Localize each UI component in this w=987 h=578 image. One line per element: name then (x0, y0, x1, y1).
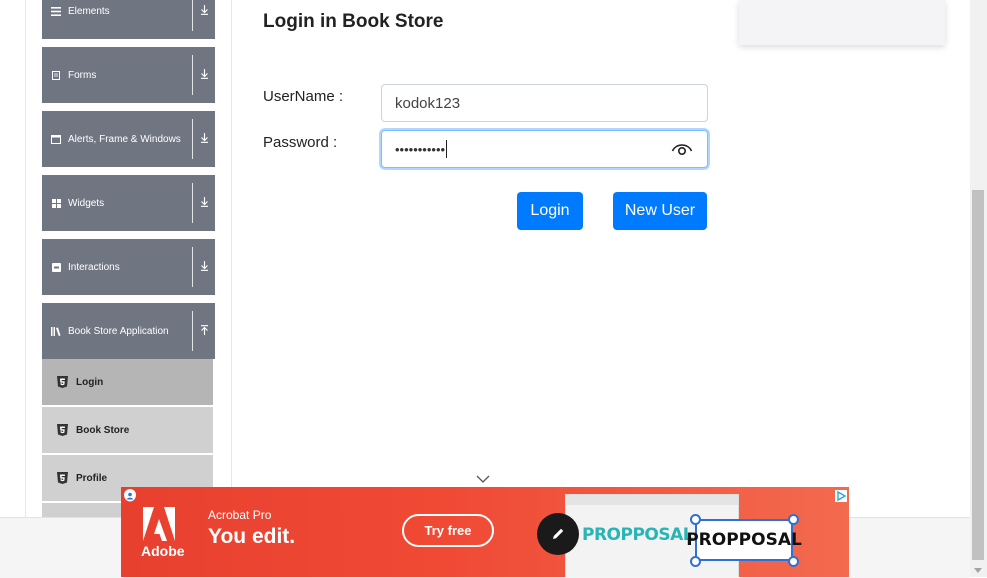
selection-handle (690, 556, 701, 567)
html5-icon (56, 472, 68, 485)
divider (192, 55, 193, 95)
doc-heading: PROPPOSAL (582, 525, 694, 545)
scrollbar-thumb[interactable] (972, 190, 984, 560)
password-value: ••••••••••• (395, 141, 446, 157)
ad-edit-box: PROPPOSAL (686, 519, 802, 561)
text-caret (446, 140, 448, 158)
window-icon (50, 134, 62, 144)
chevron-up-icon[interactable] (198, 322, 210, 338)
new-user-button[interactable]: New User (613, 192, 707, 230)
ad-tagline: You edit. (208, 525, 296, 548)
chevron-down-icon[interactable] (198, 194, 210, 210)
page-title: Login in Book Store (263, 11, 444, 32)
sidebar-group-widgets[interactable]: Widgets (42, 175, 215, 231)
sidebar-item-login[interactable]: Login (42, 359, 213, 407)
sidebar-group-bookstore[interactable]: Book Store Application (42, 303, 215, 359)
sidebar-group-alerts[interactable]: Alerts, Frame & Windows (42, 111, 215, 167)
ad-banner-top[interactable] (739, 0, 945, 45)
grid-icon (50, 198, 62, 208)
selection-handle (788, 556, 799, 567)
adobe-logo (141, 507, 177, 543)
divider (192, 119, 193, 159)
html5-icon (56, 376, 68, 389)
chevron-down-icon[interactable] (476, 472, 490, 484)
sidebar-group-interactions[interactable]: Interactions (42, 239, 215, 295)
html5-icon (56, 424, 68, 437)
sidebar-item-label: Login (76, 376, 104, 388)
adobe-wordmark: Adobe (141, 543, 185, 559)
username-input[interactable]: kodok123 (381, 84, 708, 122)
username-label: UserName : (263, 88, 344, 105)
username-value: kodok123 (395, 94, 461, 112)
library-icon (50, 326, 62, 336)
sidebar-group-elements[interactable]: Elements (42, 0, 215, 39)
divider (192, 311, 193, 351)
ad-choices-icon[interactable] (835, 489, 847, 502)
password-label: Password : (263, 134, 338, 151)
vertical-scrollbar[interactable] (970, 0, 987, 577)
selection-handle (788, 514, 799, 525)
ad-banner[interactable]: Adobe Acrobat Pro You edit. Try free PRO… (121, 487, 849, 577)
sidebar-item-label: Book Store (76, 424, 130, 436)
ad-product: Acrobat Pro (208, 508, 272, 522)
sidebar: Elements Forms Alerts, Frame & Windows W… (26, 0, 232, 517)
pencil-icon (537, 513, 579, 555)
sidebar-item-book-store[interactable]: Book Store (42, 407, 213, 455)
chevron-down-icon[interactable] (198, 2, 210, 18)
divider (192, 0, 193, 31)
divider (192, 183, 193, 223)
chevron-down-icon[interactable] (198, 130, 210, 146)
divider (192, 247, 193, 287)
chevron-down-icon[interactable] (198, 258, 210, 274)
ad-info-icon[interactable] (124, 489, 136, 502)
form-icon (50, 70, 62, 80)
login-button[interactable]: Login (517, 192, 583, 230)
chevron-down-icon[interactable] (198, 66, 210, 82)
interactions-icon (50, 262, 62, 272)
password-input[interactable]: ••••••••••• (381, 130, 708, 168)
scroll-down-arrow-icon[interactable] (974, 568, 982, 573)
doc-toolbar (566, 495, 738, 505)
eye-icon[interactable] (671, 141, 693, 157)
selection-handle (690, 514, 701, 525)
sidebar-group-forms[interactable]: Forms (42, 47, 215, 103)
hamburger-icon (50, 6, 62, 16)
sidebar-item-label: Profile (76, 472, 108, 484)
try-free-button[interactable]: Try free (402, 514, 494, 547)
